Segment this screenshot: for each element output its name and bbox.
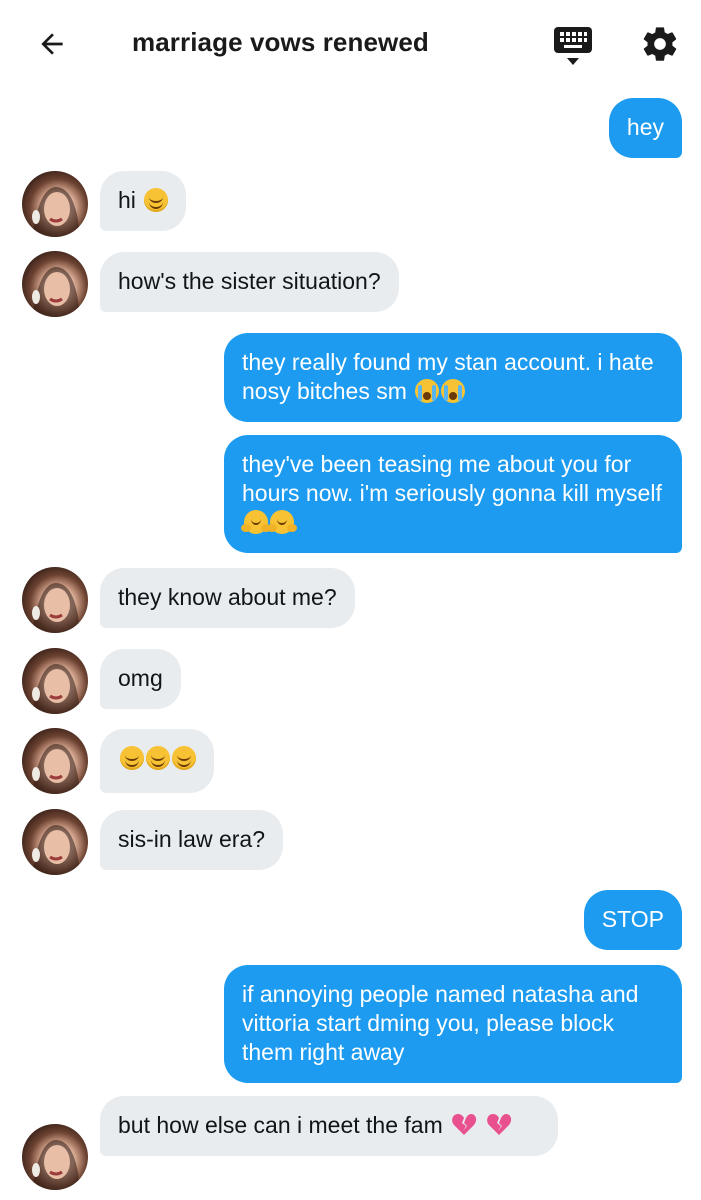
avatar[interactable]: [22, 648, 88, 714]
avatar[interactable]: [22, 567, 88, 633]
message-text: they've been teasing me about you for ho…: [242, 451, 662, 506]
message-text: but how else can i meet the fam: [118, 1112, 443, 1138]
message-bubble-received[interactable]: how's the sister situation?: [100, 252, 399, 312]
message-bubble-sent[interactable]: they really found my stan account. i hat…: [224, 333, 682, 422]
message-bubble-sent[interactable]: hey: [608, 98, 682, 158]
message-bubble-received[interactable]: [100, 729, 214, 793]
message-text: they know about me?: [118, 584, 337, 610]
smiling-face-emoji: [172, 746, 196, 770]
message-bubble-received[interactable]: omg: [100, 649, 181, 709]
message-text: how's the sister situation?: [118, 268, 381, 294]
avatar[interactable]: [22, 1124, 88, 1190]
loudly-crying-face-emoji: [415, 379, 440, 403]
avatar[interactable]: [22, 809, 88, 875]
message-bubble-received[interactable]: but how else can i meet the fam: [100, 1096, 558, 1156]
message-bubble-sent[interactable]: if annoying people named natasha and vit…: [224, 965, 682, 1083]
loudly-crying-face-emoji: [441, 379, 466, 403]
hugging-face-emoji: [267, 510, 294, 534]
message-list: hey hi how's the sister situation? they …: [0, 0, 701, 1200]
smiling-face-emoji: [144, 188, 169, 212]
broken-heart-emoji: [452, 1114, 477, 1135]
message-text: if annoying people named natasha and vit…: [242, 981, 639, 1065]
message-text: STOP: [601, 906, 664, 932]
avatar[interactable]: [22, 251, 88, 317]
broken-heart-emoji: [486, 1114, 511, 1135]
message-text: hi: [118, 187, 136, 213]
message-bubble-sent[interactable]: they've been teasing me about you for ho…: [224, 435, 682, 553]
smiling-face-emoji: [120, 746, 144, 770]
message-text: hey: [626, 114, 664, 140]
message-bubble-sent[interactable]: STOP: [583, 890, 682, 950]
message-bubble-received[interactable]: hi: [100, 171, 187, 231]
message-text: sis-in law era?: [118, 826, 265, 852]
message-bubble-received[interactable]: they know about me?: [100, 568, 355, 628]
avatar[interactable]: [22, 171, 88, 237]
hugging-face-emoji: [241, 510, 268, 534]
message-bubble-received[interactable]: sis-in law era?: [100, 810, 283, 870]
avatar[interactable]: [22, 728, 88, 794]
smiling-face-emoji: [146, 746, 170, 770]
message-text: omg: [118, 665, 163, 691]
